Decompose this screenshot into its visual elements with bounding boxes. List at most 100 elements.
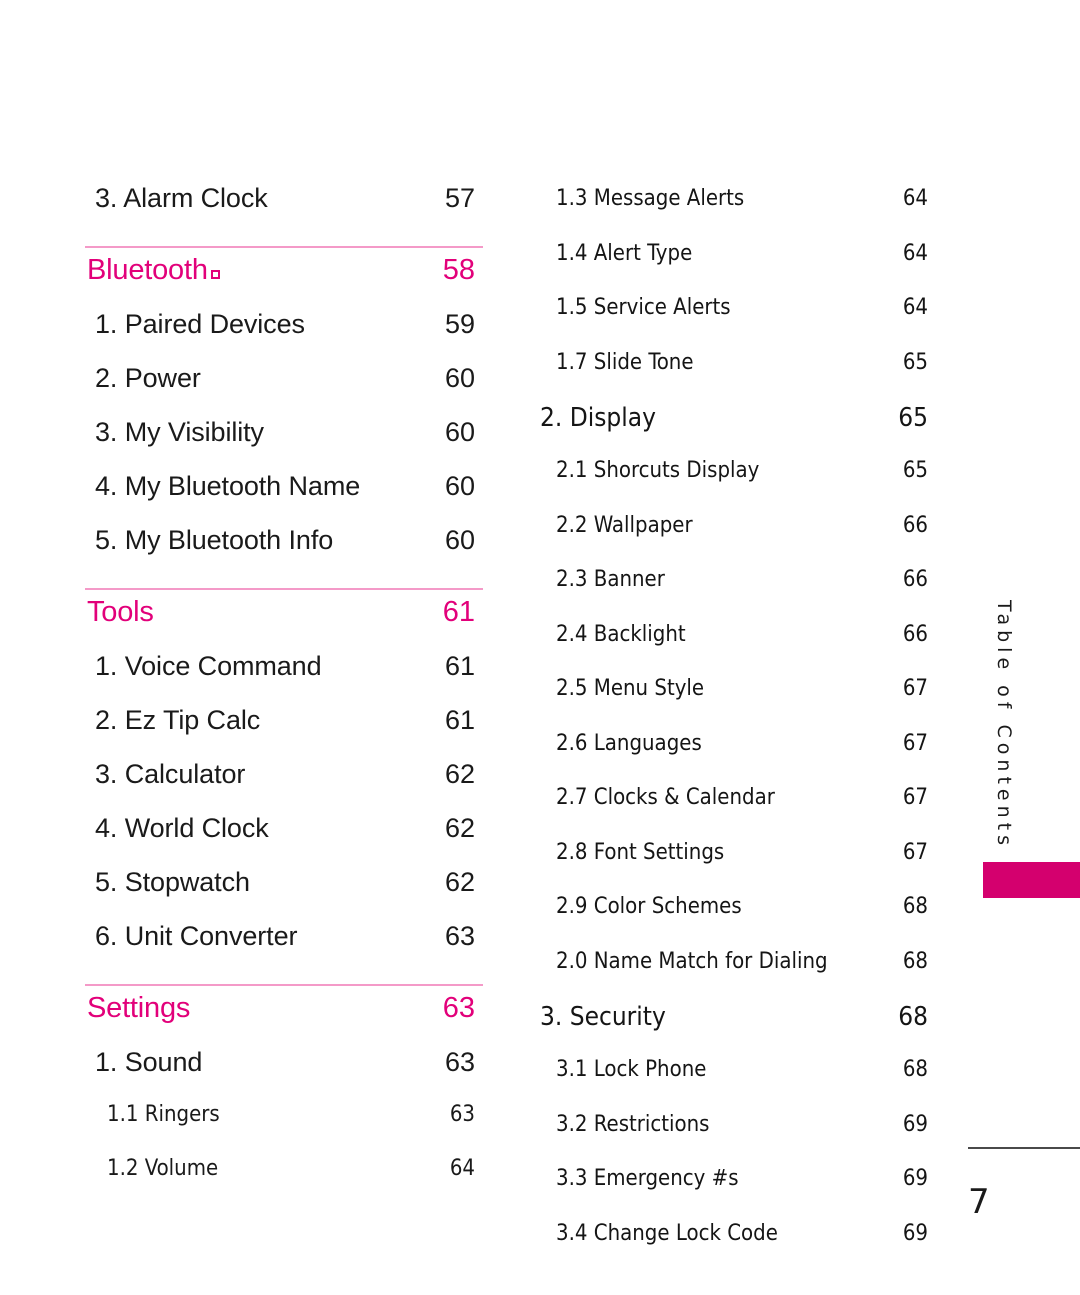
toc-entry-page-number: 69 [902, 1220, 928, 1246]
toc-column-left: 3. Alarm Clock 57 Bluetooth 58 1. Paired Dev… [85, 178, 483, 1204]
toc-entry-label: 2.2 Wallpaper [556, 512, 693, 538]
toc-entry-row[interactable]: 5. My Bluetooth Info 60 [85, 520, 483, 574]
toc-entry-row[interactable]: 2.0 Name Match for Dialing 68 [540, 943, 928, 998]
toc-entry-row[interactable]: 2.9 Color Schemes 68 [540, 888, 928, 943]
toc-entry-label: 3. Security [540, 1002, 666, 1032]
toc-entry-row[interactable]: 1.7 Slide Tone 65 [540, 344, 928, 399]
toc-entry-label: 4. My Bluetooth Name [95, 471, 361, 501]
toc-entry-row[interactable]: 3. Security 68 [540, 997, 928, 1051]
footer-rule [968, 1147, 1080, 1149]
toc-section-row[interactable]: Bluetooth 58 [85, 248, 483, 304]
toc-entry-label: Tools [87, 596, 154, 628]
toc-entry-page-number: 60 [444, 471, 475, 501]
toc-entry-label: 3.2 Restrictions [556, 1111, 710, 1137]
toc-entry-row[interactable]: 2.7 Clocks & Calendar 67 [540, 779, 928, 834]
toc-entry-page-number: 65 [898, 403, 928, 433]
toc-entry-page-number: 67 [902, 839, 928, 865]
toc-entry-label: 2. Power [95, 363, 201, 393]
toc-entry-page-number: 61 [442, 596, 475, 628]
toc-entry-row[interactable]: 2.4 Backlight 66 [540, 616, 928, 671]
toc-entry-row[interactable]: 1.2 Volume 64 [85, 1150, 483, 1204]
toc-entry-label: 2.4 Backlight [556, 621, 686, 647]
toc-entry-row[interactable]: 4. My Bluetooth Name 60 [85, 466, 483, 520]
toc-entry-row[interactable]: 6. Unit Converter 63 [85, 916, 483, 970]
toc-entry-page-number: 63 [444, 921, 475, 951]
toc-entry-page-number: 57 [444, 183, 475, 213]
toc-entry-label: 4. World Clock [95, 813, 269, 843]
toc-entry-page-number: 68 [902, 894, 928, 919]
toc-entry-label: 1.4 Alert Type [556, 240, 693, 266]
toc-entry-row[interactable]: 1. Voice Command 61 [85, 646, 483, 700]
toc-entry-label: 1.7 Slide Tone [556, 349, 694, 375]
toc-entry-page-number: 62 [444, 867, 475, 897]
toc-entry-row[interactable]: 1.4 Alert Type 64 [540, 235, 928, 290]
toc-entry-row[interactable]: 2.1 Shorcuts Display 65 [540, 452, 928, 507]
toc-entry-row[interactable]: 2. Power 60 [85, 358, 483, 412]
toc-entry-row[interactable]: 2.3 Banner 66 [540, 561, 928, 616]
toc-entry-page-number: 61 [444, 705, 475, 735]
toc-entry-label: 3.4 Change Lock Code [556, 1220, 778, 1246]
toc-entry-row[interactable]: 1. Sound 63 [85, 1042, 483, 1096]
toc-entry-label: 1. Sound [95, 1047, 203, 1077]
toc-section-row[interactable]: Tools 61 [85, 590, 483, 646]
toc-column-right: 1.3 Message Alerts 64 1.4 Alert Type 64 1.5 … [540, 180, 928, 1270]
toc-entry-label: Settings [87, 992, 191, 1024]
registered-trademark-icon [210, 270, 220, 279]
toc-entry-page-number: 65 [902, 349, 928, 375]
toc-entry-label: 2.0 Name Match for Dialing [556, 948, 828, 974]
toc-entry-row[interactable]: 3.4 Change Lock Code 69 [540, 1215, 928, 1270]
toc-entry-row[interactable]: 3. Calculator 62 [85, 754, 483, 808]
toc-entry-row[interactable]: 2.2 Wallpaper 66 [540, 507, 928, 562]
toc-entry-page-number: 62 [444, 759, 475, 789]
toc-entry-page-number: 66 [902, 567, 928, 592]
toc-entry-page-number: 68 [902, 1057, 928, 1082]
toc-entry-page-number: 58 [442, 254, 475, 286]
toc-entry-label: 1.5 Service Alerts [556, 295, 731, 320]
toc-entry-row[interactable]: 2. Display 65 [540, 398, 928, 452]
toc-entry-label: 5. My Bluetooth Info [95, 525, 334, 555]
toc-entry-label: 2.5 Menu Style [556, 676, 705, 701]
toc-entry-row[interactable]: 3. Alarm Clock 57 [85, 178, 483, 232]
toc-entry-page-number: 64 [902, 295, 928, 320]
toc-entry-row[interactable]: 2. Ez Tip Calc 61 [85, 700, 483, 754]
toc-entry-page-number: 63 [449, 1102, 475, 1127]
toc-entry-row[interactable]: 2.5 Menu Style 67 [540, 670, 928, 725]
toc-entry-row[interactable]: 1.3 Message Alerts 64 [540, 180, 928, 235]
toc-entry-page-number: 68 [902, 948, 928, 974]
toc-entry-row[interactable]: 2.6 Languages 67 [540, 725, 928, 780]
toc-entry-label: 2.3 Banner [556, 567, 665, 592]
toc-entry-page-number: 60 [444, 363, 475, 393]
toc-entry-row[interactable]: 2.8 Font Settings 67 [540, 834, 928, 889]
toc-entry-page-number: 63 [444, 1047, 475, 1077]
toc-entry-page-number: 67 [902, 730, 928, 756]
toc-entry-row[interactable]: 4. World Clock 62 [85, 808, 483, 862]
toc-entry-row[interactable]: 5. Stopwatch 62 [85, 862, 483, 916]
toc-entry-label: 6. Unit Converter [95, 921, 298, 951]
toc-entry-row[interactable]: 3.2 Restrictions 69 [540, 1106, 928, 1161]
toc-entry-row[interactable]: 3.3 Emergency #s 69 [540, 1160, 928, 1215]
toc-entry-label: 2.1 Shorcuts Display [556, 458, 760, 483]
toc-entry-row[interactable]: 3. My Visibility 60 [85, 412, 483, 466]
toc-entry-label: 3.3 Emergency #s [556, 1166, 739, 1191]
toc-page: 3. Alarm Clock 57 Bluetooth 58 1. Paired Dev… [0, 0, 1080, 1295]
toc-entry-page-number: 66 [902, 512, 928, 538]
toc-entry-page-number: 64 [449, 1156, 475, 1181]
toc-entry-page-number: 59 [444, 309, 475, 339]
toc-entry-row[interactable]: 1. Paired Devices 59 [85, 304, 483, 358]
toc-entry-label: 2.9 Color Schemes [556, 894, 742, 919]
page-number: 7 [968, 1182, 990, 1222]
toc-entry-label: 3. My Visibility [95, 417, 264, 447]
toc-entry-page-number: 62 [444, 813, 475, 843]
toc-entry-label: 5. Stopwatch [95, 867, 250, 897]
toc-entry-row[interactable]: 1.5 Service Alerts 64 [540, 289, 928, 344]
toc-entry-row[interactable]: 3.1 Lock Phone 68 [540, 1051, 928, 1106]
toc-entry-page-number: 69 [902, 1111, 928, 1137]
toc-entry-label: 3. Calculator [95, 759, 246, 789]
toc-entry-row[interactable]: 1.1 Ringers 63 [85, 1096, 483, 1150]
toc-entry-label: 2.6 Languages [556, 730, 702, 756]
toc-entry-label: 2. Ez Tip Calc [95, 705, 261, 735]
sidebar-tab-label: Table of Contents [993, 600, 1015, 850]
toc-section-row[interactable]: Settings 63 [85, 986, 483, 1042]
